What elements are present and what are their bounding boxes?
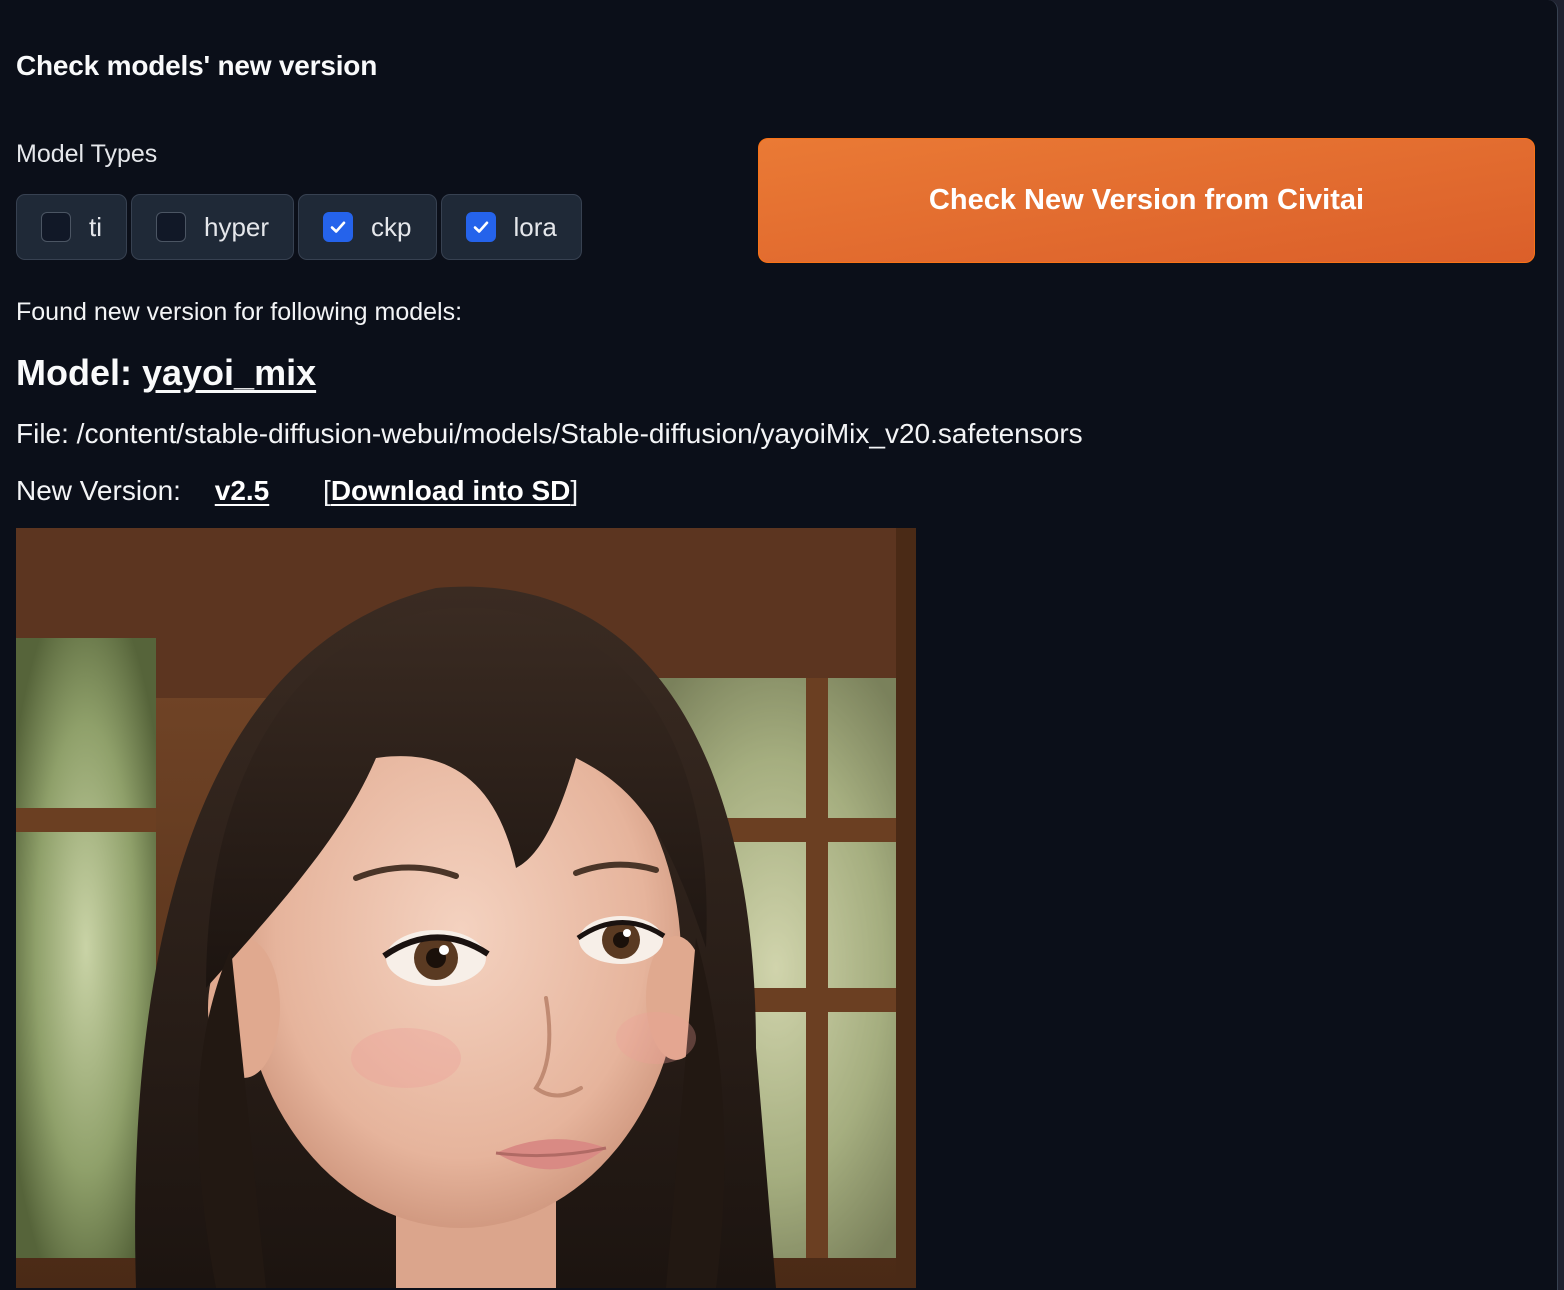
found-new-version-text: Found new version for following models:: [16, 298, 463, 326]
download-link-group: [Download into SD]: [323, 475, 578, 506]
checkbox-ckp-box[interactable]: [323, 212, 354, 242]
checkbox-ti-box[interactable]: [41, 212, 71, 242]
checkbox-hyper-label: hyper: [204, 211, 270, 242]
checkbox-ti[interactable]: ti: [16, 194, 127, 260]
bracket-open: [: [323, 475, 331, 506]
new-version-label: New Version:: [16, 475, 181, 506]
bracket-close: ]: [570, 475, 579, 506]
checkbox-lora-box[interactable]: [465, 212, 496, 242]
checkbox-ckp-label: ckp: [371, 211, 412, 242]
portrait-photo: [16, 528, 916, 1288]
checkbox-lora[interactable]: lora: [440, 194, 582, 260]
checkbox-hyper-box[interactable]: [156, 212, 186, 242]
check-new-version-button[interactable]: Check New Version from Civitai: [758, 138, 1535, 263]
checkmark-icon: [330, 221, 346, 233]
model-preview-image: [16, 528, 916, 1288]
model-name-link[interactable]: yayoi_mix: [142, 352, 316, 393]
model-types-checkbox-group: ti hyper ckp lora: [16, 194, 582, 260]
model-types-label: Model Types: [16, 140, 158, 168]
check-new-version-panel: Check models' new version Model Types ti…: [0, 0, 1558, 1290]
checkbox-ckp[interactable]: ckp: [298, 194, 437, 260]
download-into-sd-link[interactable]: Download into SD: [331, 475, 571, 506]
checkmark-icon: [473, 221, 488, 233]
model-file-path: File: /content/stable-diffusion-webui/mo…: [16, 418, 1083, 449]
checkbox-lora-label: lora: [513, 211, 557, 242]
version-link[interactable]: v2.5: [215, 475, 270, 506]
model-prefix: Model:: [16, 352, 142, 393]
model-heading: Model: yayoi_mix: [16, 352, 316, 394]
new-version-line: New Version: v2.5 [Download into SD]: [16, 475, 578, 507]
checkbox-ti-label: ti: [89, 211, 102, 242]
checkbox-hyper[interactable]: hyper: [131, 194, 295, 260]
section-title: Check models' new version: [16, 50, 378, 81]
